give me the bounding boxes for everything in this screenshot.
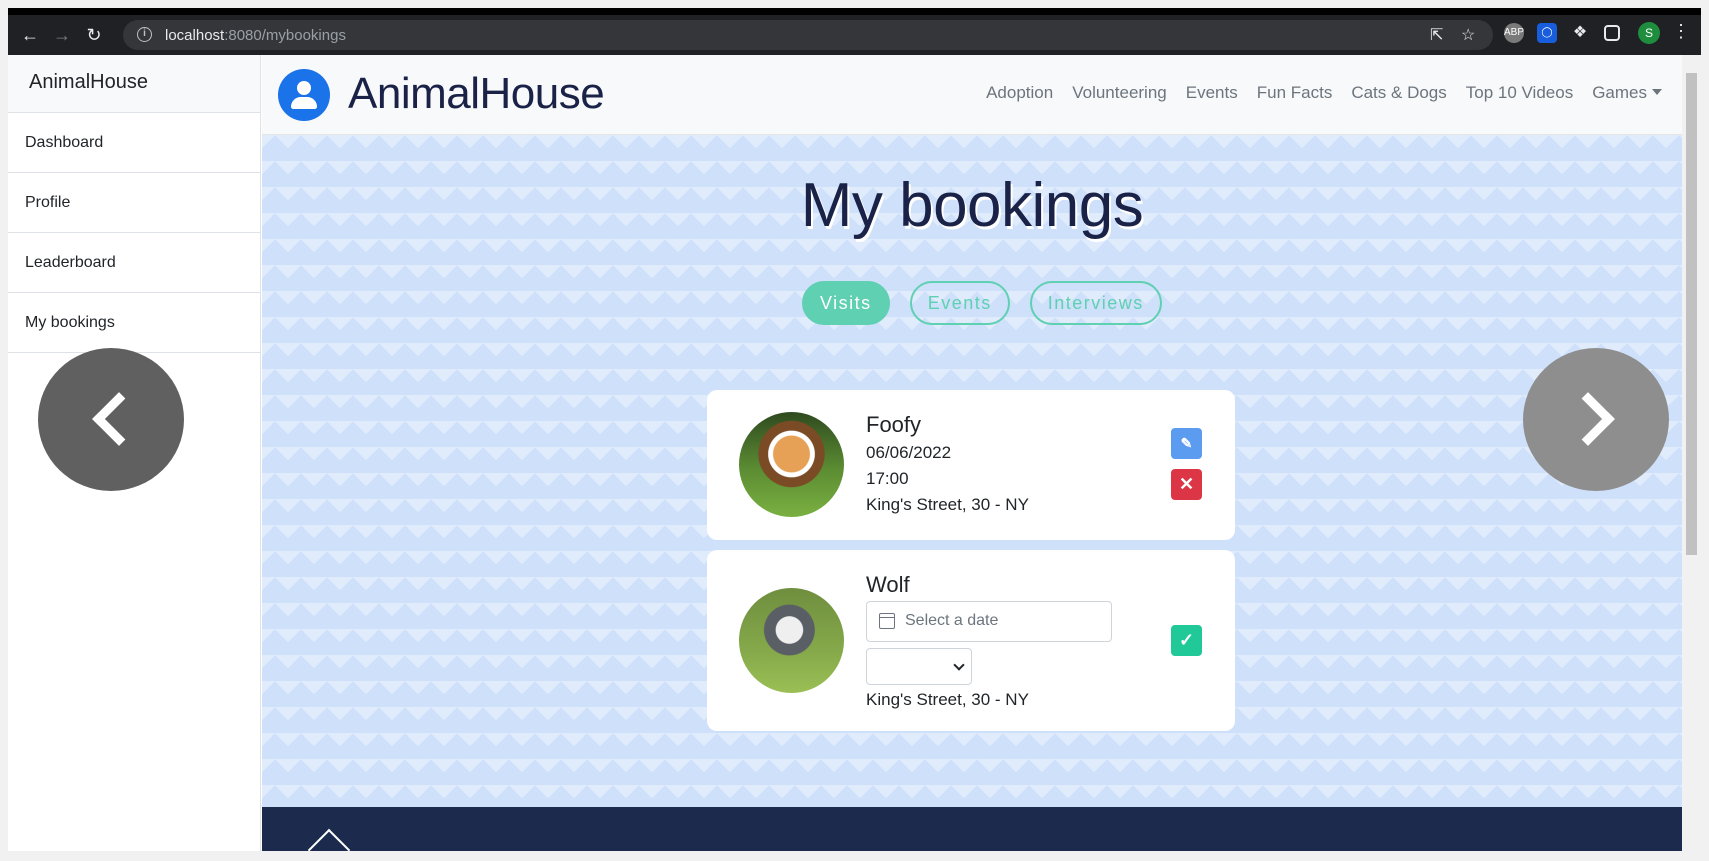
sidebar-title: AnimalHouse (8, 55, 260, 113)
close-icon: ✕ (1178, 474, 1195, 494)
nav-link-cats-dogs[interactable]: Cats & Dogs (1351, 83, 1446, 103)
scrollbar-thumb[interactable] (1686, 73, 1697, 555)
address-bar[interactable]: i localhost:8080/mybookings ⇱ ☆ (123, 20, 1493, 50)
nav-link-events[interactable]: Events (1186, 83, 1238, 103)
nav-dropdown-games[interactable]: Games (1592, 83, 1662, 103)
browser-window: ← → ↻ i localhost:8080/mybookings ⇱ ☆ AB… (8, 8, 1701, 851)
footer (262, 807, 1682, 851)
edit-button[interactable]: ✎ (1171, 428, 1202, 459)
chevron-right-icon (1561, 392, 1615, 446)
booking-time: 17:00 (866, 469, 909, 488)
booking-pet-name: Foofy (866, 412, 922, 437)
bookings-section: My bookings Visits Events Interviews Foo… (262, 135, 1682, 807)
bitwarden-icon[interactable]: ◯ (1537, 23, 1557, 43)
chevron-left-icon (92, 392, 146, 446)
confirm-button[interactable]: ✓ (1171, 625, 1202, 656)
calendar-icon (879, 613, 895, 629)
booking-card: Wolf Select a date King's Street, 30 - N… (707, 550, 1235, 731)
user-icon[interactable] (278, 69, 330, 121)
page-scrollbar[interactable] (1682, 55, 1701, 851)
brand-title[interactable]: AnimalHouse (348, 69, 605, 119)
bookmark-star-icon[interactable]: ☆ (1461, 25, 1475, 45)
sidebar-item-dashboard[interactable]: Dashboard (8, 113, 260, 173)
top-navbar: AnimalHouse Adoption Volunteering Events… (262, 55, 1690, 135)
nav-link-fun-facts[interactable]: Fun Facts (1257, 83, 1333, 103)
url-text[interactable]: localhost:8080/mybookings (165, 27, 346, 44)
booking-tabs: Visits Events Interviews (802, 281, 1162, 325)
sidebar-item-profile[interactable]: Profile (8, 173, 260, 233)
chevron-down-icon (953, 659, 965, 671)
date-placeholder: Select a date (905, 612, 999, 629)
reload-icon[interactable]: ↻ (82, 24, 106, 46)
carousel-prev-button[interactable] (38, 348, 184, 491)
side-panel-icon[interactable] (1604, 25, 1620, 41)
time-select[interactable] (866, 648, 972, 685)
kebab-menu-icon[interactable]: ⋮ (1672, 21, 1690, 42)
booking-address: King's Street, 30 - NY (866, 495, 1029, 514)
home-icon[interactable] (307, 828, 351, 851)
dog-photo-corgi (739, 412, 844, 517)
nav-link-top-10-videos[interactable]: Top 10 Videos (1466, 83, 1573, 103)
page-title: My bookings (800, 171, 1144, 240)
sidebar-item-my-bookings[interactable]: My bookings (8, 293, 260, 353)
carousel-next-button[interactable] (1523, 348, 1669, 491)
booking-date: 06/06/2022 (866, 443, 952, 462)
delete-button[interactable]: ✕ (1171, 469, 1202, 500)
share-icon[interactable]: ⇱ (1430, 25, 1443, 45)
tab-strip (8, 8, 1701, 15)
profile-avatar[interactable]: S (1638, 22, 1660, 44)
forward-icon[interactable]: → (50, 24, 74, 46)
nav-link-games-label: Games (1592, 83, 1647, 102)
back-icon[interactable]: ← (18, 24, 42, 46)
nav-links: Adoption Volunteering Events Fun Facts C… (986, 83, 1662, 103)
nav-link-adoption[interactable]: Adoption (986, 83, 1053, 103)
tab-interviews[interactable]: Interviews (1029, 281, 1162, 325)
puzzle-icon[interactable]: ❖ (1570, 23, 1590, 43)
date-picker-input[interactable]: Select a date (866, 601, 1112, 642)
tab-events[interactable]: Events (909, 281, 1010, 325)
sidebar-item-leaderboard[interactable]: Leaderboard (8, 233, 260, 293)
check-icon: ✓ (1178, 630, 1195, 650)
booking-card: Foofy 06/06/2022 17:00 King's Street, 30… (707, 390, 1235, 540)
booking-address: King's Street, 30 - NY (866, 690, 1029, 709)
caret-down-icon (1652, 89, 1662, 95)
main-content: AnimalHouse Adoption Volunteering Events… (262, 55, 1690, 851)
booking-pet-name: Wolf (866, 572, 910, 597)
page: AnimalHouse Dashboard Profile Leaderboar… (8, 55, 1701, 851)
abp-icon[interactable]: ABP (1504, 23, 1524, 43)
tab-visits[interactable]: Visits (802, 281, 890, 325)
dog-photo-husky (739, 588, 844, 693)
site-info-icon[interactable]: i (137, 27, 152, 42)
pencil-icon: ✎ (1180, 435, 1193, 451)
browser-toolbar: ← → ↻ i localhost:8080/mybookings ⇱ ☆ AB… (8, 8, 1701, 55)
nav-link-volunteering[interactable]: Volunteering (1072, 83, 1167, 103)
